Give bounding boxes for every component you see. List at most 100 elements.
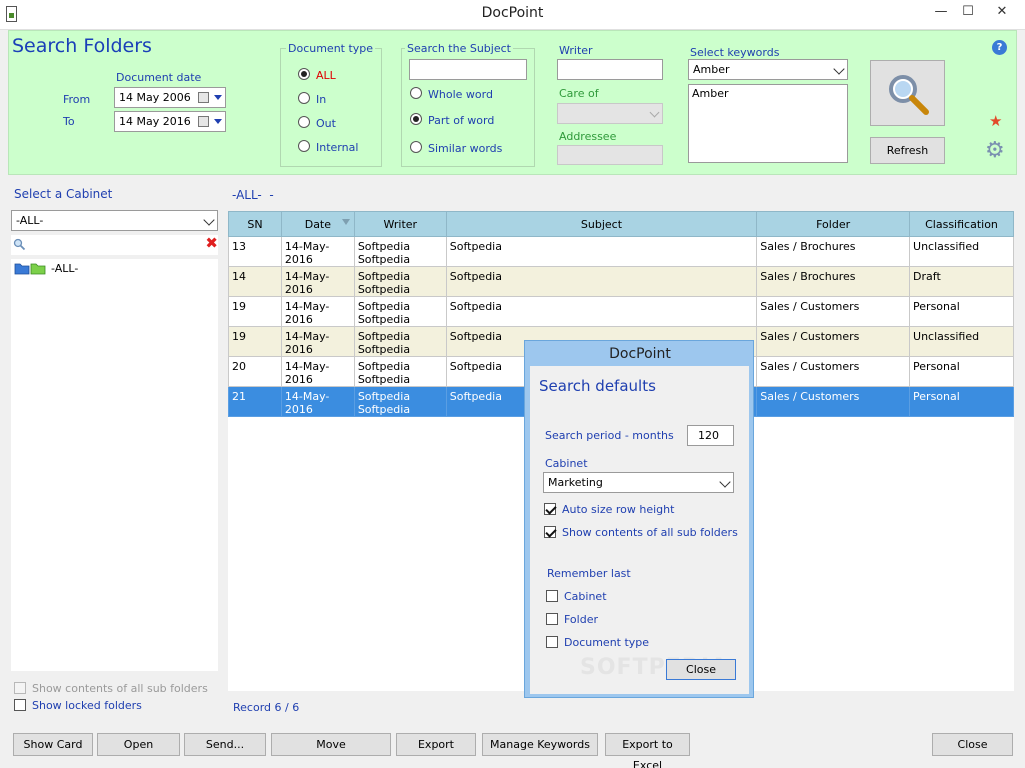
sort-descending-icon	[341, 219, 350, 225]
record-counter: Record 6 / 6	[233, 701, 300, 714]
cell-sn: 14	[228, 266, 282, 297]
cell-folder: Sales / Customers	[756, 326, 911, 357]
subject-part-word-radio[interactable]	[410, 113, 422, 125]
cell-date: 14-May-2016	[280, 266, 355, 297]
remember-folder-checkbox[interactable]	[546, 613, 558, 625]
dialog-cabinet-select[interactable]: Marketing	[543, 472, 734, 493]
dialog-body: Search defaults Search period - months 1…	[530, 366, 749, 694]
column-header-folder[interactable]: Folder	[756, 211, 911, 237]
close-button[interactable]: Close	[932, 733, 1013, 756]
chevron-down-icon	[833, 63, 845, 75]
search-period-input[interactable]: 120	[687, 425, 734, 446]
writer-line: Softpedia	[357, 330, 411, 343]
dialog-close-button[interactable]: Close	[666, 659, 736, 680]
refresh-button[interactable]: Refresh	[870, 137, 945, 164]
doctype-all-label[interactable]: ALL	[316, 69, 336, 82]
column-header-date[interactable]: Date	[280, 211, 355, 237]
table-row[interactable]: 19 14-May-2016 Softpedia Softpedia Softpe…	[228, 296, 1014, 327]
cell-date: 14-May-2016	[280, 356, 355, 387]
writer-line: Softpedia	[357, 253, 411, 266]
care-of-select	[557, 103, 663, 124]
show-locked-label[interactable]: Show locked folders	[32, 699, 142, 712]
remember-cabinet-label[interactable]: Cabinet	[564, 590, 607, 603]
writer-line: Softpedia	[357, 270, 411, 283]
care-of-label: Care of	[559, 87, 599, 100]
remember-last-label: Remember last	[547, 567, 631, 580]
cell-date: 14-May-2016	[280, 296, 355, 327]
remember-folder-label[interactable]: Folder	[564, 613, 598, 626]
remember-doctype-checkbox[interactable]	[546, 636, 558, 648]
table-row[interactable]: 13 14-May-2016 Softpedia Softpedia Softpe…	[228, 236, 1014, 267]
subject-similar-radio[interactable]	[410, 141, 422, 153]
subject-similar-label[interactable]: Similar words	[428, 142, 502, 155]
dropdown-arrow-icon	[214, 95, 222, 100]
favorite-star-icon[interactable]: ★	[989, 112, 1002, 130]
dialog-show-subfolders-label[interactable]: Show contents of all sub folders	[562, 526, 738, 539]
subject-input[interactable]	[409, 59, 527, 80]
doctype-in-radio[interactable]	[298, 92, 310, 104]
search-icon	[13, 238, 26, 251]
dialog-show-subfolders-checkbox[interactable]	[544, 526, 556, 538]
doctype-in-label[interactable]: In	[316, 93, 326, 106]
column-header-sn[interactable]: SN	[228, 211, 282, 237]
doctype-internal-label[interactable]: Internal	[316, 141, 358, 154]
column-header-subject[interactable]: Subject	[445, 211, 758, 237]
show-card-button[interactable]: Show Card	[13, 733, 93, 756]
subject-whole-word-label[interactable]: Whole word	[428, 88, 493, 101]
document-date-label: Document date	[116, 71, 202, 84]
move-button[interactable]: Move	[271, 733, 391, 756]
to-label: To	[63, 115, 75, 128]
search-button[interactable]	[870, 60, 945, 126]
keywords-select[interactable]: Amber	[688, 59, 848, 80]
writer-line: Softpedia	[357, 313, 411, 326]
column-header-writer[interactable]: Writer	[353, 211, 447, 237]
folder-tree[interactable]: -ALL-	[11, 259, 218, 671]
help-icon[interactable]: ?	[992, 40, 1007, 55]
cell-writer: Softpedia Softpedia	[353, 266, 447, 297]
open-button[interactable]: Open	[97, 733, 180, 756]
keywords-list[interactable]: Amber	[688, 84, 848, 163]
cabinet-select[interactable]: -ALL-	[11, 210, 218, 231]
from-date-picker[interactable]: 14 May 2006	[114, 87, 226, 108]
doctype-out-radio[interactable]	[298, 116, 310, 128]
subject-whole-word-radio[interactable]	[410, 87, 422, 99]
cell-date: 14-May-2016	[280, 326, 355, 357]
table-row[interactable]: 14 14-May-2016 Softpedia Softpedia Softpe…	[228, 266, 1014, 297]
auto-size-checkbox[interactable]	[544, 503, 556, 515]
writer-line: Softpedia	[357, 403, 411, 416]
keywords-label: Select keywords	[690, 46, 780, 59]
writer-input[interactable]	[557, 59, 663, 80]
addressee-input	[557, 145, 663, 165]
cell-subject: Softpedia	[445, 296, 758, 327]
minimize-button[interactable]: —	[926, 0, 956, 24]
search-heading: Search Folders	[12, 35, 152, 57]
auto-size-label[interactable]: Auto size row height	[562, 503, 674, 516]
manage-keywords-button[interactable]: Manage Keywords	[482, 733, 598, 756]
folder-filter[interactable]: ✖	[11, 234, 218, 255]
tree-root-label[interactable]: -ALL-	[51, 262, 78, 275]
doctype-all-radio[interactable]	[298, 68, 310, 80]
writer-line: Softpedia	[357, 390, 411, 403]
doctype-out-label[interactable]: Out	[316, 117, 336, 130]
clear-filter-icon[interactable]: ✖	[205, 234, 218, 252]
show-locked-checkbox[interactable]	[14, 699, 26, 711]
doctype-internal-radio[interactable]	[298, 140, 310, 152]
to-date-picker[interactable]: 14 May 2016	[114, 111, 226, 132]
dialog-cabinet-label: Cabinet	[545, 457, 588, 470]
remember-doctype-label[interactable]: Document type	[564, 636, 649, 649]
cell-sn: 20	[228, 356, 282, 387]
keyword-item[interactable]: Amber	[692, 87, 844, 100]
column-header-classification[interactable]: Classification	[909, 211, 1014, 237]
cell-classification: Personal	[909, 356, 1014, 387]
export-button[interactable]: Export	[396, 733, 476, 756]
gear-icon[interactable]: ⚙	[985, 140, 1005, 162]
send-button[interactable]: Send...	[184, 733, 266, 756]
maximize-button[interactable]: ☐	[953, 0, 983, 24]
close-window-button[interactable]: ✕	[982, 0, 1022, 24]
folder-icon	[14, 263, 46, 275]
writer-line: Softpedia	[357, 343, 411, 356]
cell-writer: Softpedia Softpedia	[353, 356, 447, 387]
subject-part-word-label[interactable]: Part of word	[428, 114, 494, 127]
remember-cabinet-checkbox[interactable]	[546, 590, 558, 602]
export-excel-button[interactable]: Export to Excel	[605, 733, 690, 768]
